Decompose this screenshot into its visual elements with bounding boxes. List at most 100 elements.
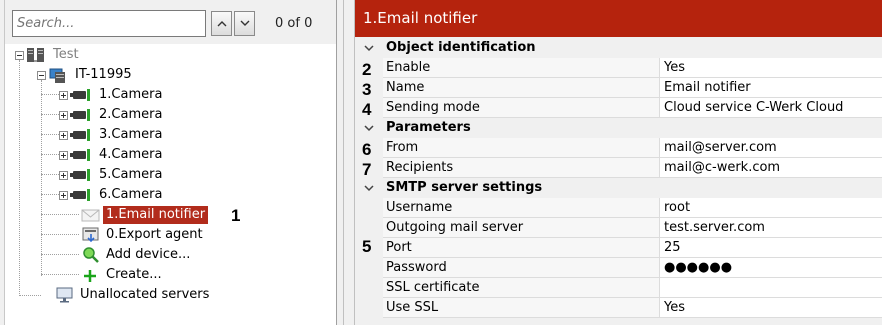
tree-node-camera[interactable]: 3.Camera xyxy=(59,125,165,145)
property-value[interactable]: root xyxy=(660,198,882,218)
plus-icon xyxy=(84,270,96,282)
tree-node-email-notifier[interactable]: 1.Email notifier xyxy=(81,205,209,225)
tree-node-label: IT-11995 xyxy=(75,67,132,82)
tree-node-export-agent[interactable]: 0.Export agent xyxy=(81,225,206,245)
search-input[interactable] xyxy=(12,10,206,37)
category-title: Parameters xyxy=(386,120,471,135)
tree-node-label: 1.Email notifier xyxy=(103,206,209,224)
expand-toggle[interactable] xyxy=(59,190,68,200)
search-next-button[interactable] xyxy=(234,11,255,36)
collapse-toggle[interactable] xyxy=(37,70,46,80)
collapse-toggle[interactable] xyxy=(15,50,24,60)
expand-toggle[interactable] xyxy=(59,150,68,160)
envelope-icon xyxy=(81,209,100,222)
property-row[interactable]: Name Email notifier xyxy=(355,78,882,98)
tree-node-root[interactable]: Test xyxy=(15,45,82,65)
tree-node-label: 1.Camera xyxy=(99,87,163,102)
property-row[interactable]: Outgoing mail server test.server.com xyxy=(355,218,882,238)
property-value[interactable]: 25 xyxy=(660,238,882,258)
callout-number: 2 xyxy=(362,60,372,79)
property-row[interactable]: Enable Yes xyxy=(355,58,882,78)
search-result-count: 0 of 0 xyxy=(275,16,313,31)
row-gutter xyxy=(355,218,383,238)
object-tree-frame: 0 of 0 xyxy=(4,0,337,325)
property-name: Username xyxy=(383,198,660,218)
row-gutter xyxy=(355,298,383,318)
tree-node-camera[interactable]: 1.Camera xyxy=(59,85,165,105)
row-gutter xyxy=(355,198,383,218)
row-gutter xyxy=(355,278,383,298)
tree-node-create[interactable]: Create... xyxy=(81,265,165,285)
export-agent-icon xyxy=(82,227,99,243)
panel-splitter[interactable] xyxy=(343,0,354,325)
expand-toggle[interactable] xyxy=(59,110,68,120)
property-value[interactable]: ●●●●●● xyxy=(660,258,882,278)
object-tree-panel: 0 of 0 xyxy=(0,0,343,325)
expand-toggle[interactable] xyxy=(59,170,68,180)
property-row[interactable]: Password ●●●●●● xyxy=(355,258,882,278)
search-previous-button[interactable] xyxy=(211,11,232,36)
property-name: From xyxy=(383,138,660,158)
property-value[interactable]: Email notifier xyxy=(660,78,882,98)
property-name: SSL certificate xyxy=(383,278,660,298)
property-name: Name xyxy=(383,78,660,98)
tree-node-label: 3.Camera xyxy=(99,127,163,142)
expand-toggle[interactable] xyxy=(59,130,68,140)
panel-title: 1.Email notifier xyxy=(355,0,882,37)
camera-icon xyxy=(70,168,92,182)
property-name: Use SSL xyxy=(383,298,660,318)
expand-toggle[interactable] xyxy=(59,90,68,100)
camera-icon xyxy=(70,188,92,202)
property-row[interactable]: From mail@server.com xyxy=(355,138,882,158)
server-group-icon xyxy=(27,48,44,62)
property-value[interactable]: Cloud service C-Werk Cloud xyxy=(660,98,882,118)
property-row[interactable]: SSL certificate xyxy=(355,278,882,298)
property-row[interactable]: Sending mode Cloud service C-Werk Cloud xyxy=(355,98,882,118)
property-value[interactable]: mail@server.com xyxy=(660,138,882,158)
property-row[interactable]: Use SSL Yes xyxy=(355,298,882,318)
chevron-down-icon[interactable] xyxy=(355,178,383,198)
tree-node-label: 4.Camera xyxy=(99,147,163,162)
camera-icon xyxy=(70,108,92,122)
property-value[interactable]: test.server.com xyxy=(660,218,882,238)
property-name: Port xyxy=(383,238,660,258)
property-value[interactable] xyxy=(660,278,882,298)
camera-icon xyxy=(70,88,92,102)
chevron-down-icon[interactable] xyxy=(355,38,383,58)
callout-number: 6 xyxy=(362,140,372,159)
row-gutter xyxy=(355,258,383,278)
tree-node-add-device[interactable]: Add device... xyxy=(81,245,193,265)
property-category[interactable]: Parameters xyxy=(355,118,882,138)
property-category[interactable]: SMTP server settings xyxy=(355,178,882,198)
object-tree: Test IT-11995 1.Camera 2.Camera 3.Camera… xyxy=(5,44,336,325)
property-name: Recipients xyxy=(383,158,660,178)
server-icon xyxy=(49,68,65,83)
property-grid: Object identification Enable Yes Name Email … xyxy=(355,38,882,318)
callout-number: 1 xyxy=(231,206,241,225)
property-value[interactable]: Yes xyxy=(660,58,882,78)
tree-node-label: 2.Camera xyxy=(99,107,163,122)
tree-node-label: 0.Export agent xyxy=(106,227,203,242)
chevron-up-icon xyxy=(217,21,226,27)
property-row[interactable]: Recipients mail@c-werk.com xyxy=(355,158,882,178)
search-bar: 0 of 0 xyxy=(5,0,336,46)
tree-node-camera[interactable]: 5.Camera xyxy=(59,165,165,185)
tree-node-camera[interactable]: 2.Camera xyxy=(59,105,165,125)
property-value[interactable]: Yes xyxy=(660,298,882,318)
chevron-down-icon[interactable] xyxy=(355,118,383,138)
property-name: Sending mode xyxy=(383,98,660,118)
camera-icon xyxy=(70,128,92,142)
tree-node-label: Create... xyxy=(106,267,162,282)
tree-node-server[interactable]: IT-11995 xyxy=(37,65,135,85)
property-name: Outgoing mail server xyxy=(383,218,660,238)
property-value[interactable]: mail@c-werk.com xyxy=(660,158,882,178)
property-row[interactable]: Username root xyxy=(355,198,882,218)
callout-number: 4 xyxy=(362,100,372,119)
property-category[interactable]: Object identification xyxy=(355,38,882,58)
tree-node-label: Add device... xyxy=(106,247,191,262)
tree-node-camera[interactable]: 6.Camera xyxy=(59,185,165,205)
callout-number: 7 xyxy=(362,160,372,179)
property-row[interactable]: Port 25 xyxy=(355,238,882,258)
tree-node-camera[interactable]: 4.Camera xyxy=(59,145,165,165)
tree-node-unallocated-servers[interactable]: Unallocated servers xyxy=(55,285,212,305)
